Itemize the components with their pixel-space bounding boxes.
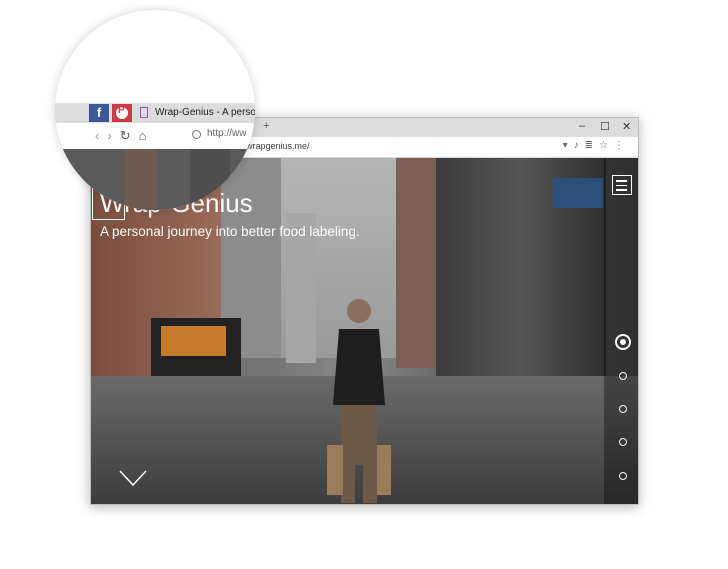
store-sign xyxy=(553,178,603,208)
pinterest-icon[interactable] xyxy=(112,104,132,122)
hero-section: Wrap-Genius A personal journey into bett… xyxy=(91,158,638,504)
star-icon[interactable]: ☆ xyxy=(599,140,614,151)
building-center-right xyxy=(396,158,436,368)
dropdown-icon[interactable]: ▾ xyxy=(563,140,574,151)
more-icon[interactable]: ⋮ xyxy=(614,140,630,151)
minimize-button[interactable]: – xyxy=(579,120,585,132)
home-icon[interactable]: ⌂ xyxy=(139,128,155,143)
maximize-button[interactable]: ☐ xyxy=(600,120,610,133)
scroll-down-chevron-icon[interactable] xyxy=(119,470,147,486)
mic-icon[interactable]: ♪ xyxy=(574,140,585,151)
url-text[interactable]: wrapgenius.me/ xyxy=(246,141,310,151)
magnified-page-preview xyxy=(55,149,255,210)
forward-icon[interactable]: › xyxy=(107,128,119,143)
facebook-icon[interactable]: f xyxy=(89,104,109,122)
page-tab-icon xyxy=(140,107,148,118)
page-nav-sidebar xyxy=(604,158,638,504)
reload-icon[interactable]: ↻ xyxy=(120,128,139,143)
new-tab-button[interactable]: + xyxy=(263,120,269,132)
person-illustration xyxy=(327,299,391,503)
magnified-url[interactable]: http://ww xyxy=(207,128,246,139)
page-dot-5[interactable] xyxy=(619,472,627,480)
info-icon[interactable] xyxy=(192,130,201,139)
address-bar-icons: ▾♪≣☆⋮ xyxy=(563,140,630,151)
hamburger-menu-icon[interactable] xyxy=(612,175,632,195)
magnifier-callout: f Wrap-Genius - A perso ‹›↻⌂ http://ww xyxy=(55,10,255,210)
nav-buttons: ‹›↻⌂ xyxy=(95,128,154,144)
site-tagline: A personal journey into better food labe… xyxy=(100,224,360,239)
back-icon[interactable]: ‹ xyxy=(95,128,107,143)
page-dot-4[interactable] xyxy=(619,438,627,446)
page-dot-3[interactable] xyxy=(619,405,627,413)
billboard-ad xyxy=(161,326,226,356)
reader-icon[interactable]: ≣ xyxy=(585,140,599,151)
tab-title[interactable]: Wrap-Genius - A perso xyxy=(155,107,255,118)
close-button[interactable]: ✕ xyxy=(622,120,631,133)
page-dot-2[interactable] xyxy=(619,372,627,380)
page-dot-1[interactable] xyxy=(615,334,631,350)
